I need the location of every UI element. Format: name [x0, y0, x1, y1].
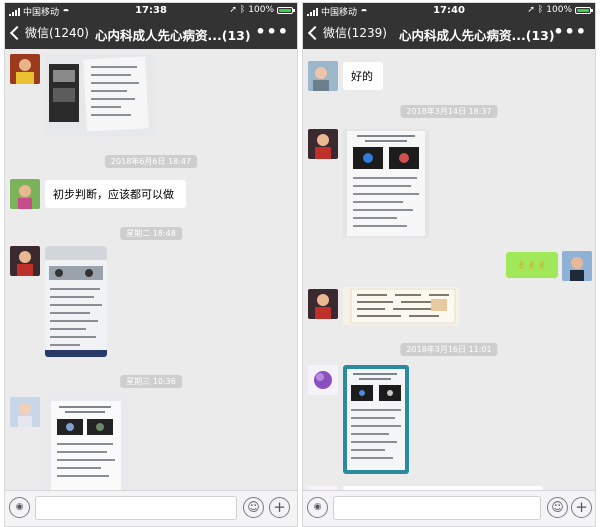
thumbs-up-icon: ✌: [537, 258, 547, 272]
plus-icon[interactable]: +: [269, 497, 290, 518]
more-button[interactable]: •••: [553, 22, 587, 41]
timestamp: 2018年6月6日 18:47: [104, 155, 198, 168]
image-message[interactable]: [343, 365, 409, 474]
back-button[interactable]: 微信(1240): [9, 24, 89, 41]
message-input[interactable]: [35, 496, 237, 520]
image-message[interactable]: [343, 287, 459, 325]
battery-icon: [575, 6, 593, 14]
voice-icon[interactable]: ◉: [307, 497, 328, 518]
back-label: 微信(1240): [25, 26, 89, 40]
timestamp: 2018年3月16日 11:01: [400, 343, 498, 356]
message-text: 初步判断，应该都可以做: [53, 188, 174, 201]
avatar[interactable]: [308, 61, 338, 91]
chevron-left-icon: [307, 25, 323, 40]
thumbs-up-icon: ✌: [527, 258, 537, 272]
emoji-icon[interactable]: ☺: [547, 497, 568, 518]
avatar[interactable]: [308, 365, 338, 395]
text-message[interactable]: 初步判断，应该都可以做: [45, 180, 186, 208]
battery-percent: 100%: [248, 5, 274, 15]
avatar[interactable]: [10, 179, 40, 209]
thumbs-up-icon: ✌: [517, 258, 527, 272]
location-icon: ➚: [527, 5, 535, 15]
back-button[interactable]: 微信(1239): [307, 24, 387, 41]
image-message[interactable]: [343, 129, 429, 238]
chat-screen-right: 中国移动 17:40 ➚ ᛒ 100% 微信(1239) 心内科成人先心病资..…: [302, 2, 596, 527]
message-list[interactable]: 好的 2018年3月14日 18:37 ✌ ✌ ✌ 2018年3月16日 11:…: [303, 49, 595, 516]
plus-icon[interactable]: +: [571, 497, 592, 518]
chat-title: 心内科成人先心病资...(13): [95, 28, 251, 43]
location-icon: ➚: [229, 5, 237, 15]
emoji-icon[interactable]: ☺: [243, 497, 264, 518]
chat-screen-left: 中国移动 17:38 ➚ ᛒ 100% 微信(1240) 心内科成人先心病资..…: [4, 2, 298, 527]
chat-header: 微信(1239) 心内科成人先心病资...(13) •••: [303, 19, 595, 49]
input-bar: ◉ ☺ +: [303, 490, 595, 526]
message-list[interactable]: 2018年6月6日 18:47 初步判断，应该都可以做 星期二 18:48 星期…: [5, 49, 297, 492]
status-bar: 中国移动 17:38 ➚ ᛒ 100%: [5, 3, 297, 19]
bluetooth-icon: ᛒ: [239, 5, 246, 15]
avatar[interactable]: [562, 251, 592, 281]
bluetooth-icon: ᛒ: [537, 5, 544, 15]
status-bar: 中国移动 17:40 ➚ ᛒ 100%: [303, 3, 595, 19]
chat-header: 微信(1240) 心内科成人先心病资...(13) •••: [5, 19, 297, 49]
image-message[interactable]: [45, 397, 127, 492]
avatar[interactable]: [308, 129, 338, 159]
message-text: 好的: [351, 70, 373, 83]
chat-title: 心内科成人先心病资...(13): [399, 28, 555, 43]
message-input[interactable]: [333, 496, 541, 520]
back-label: 微信(1239): [323, 26, 387, 40]
timestamp: 星期二 18:48: [120, 227, 182, 240]
battery-icon: [277, 6, 295, 14]
voice-icon[interactable]: ◉: [9, 497, 30, 518]
timestamp: 星期三 10:36: [120, 375, 182, 388]
avatar[interactable]: [10, 397, 40, 427]
image-message[interactable]: [45, 246, 107, 357]
image-message[interactable]: [45, 54, 155, 136]
text-message[interactable]: 好的: [343, 62, 383, 90]
battery-percent: 100%: [546, 5, 572, 15]
timestamp: 2018年3月14日 18:37: [400, 105, 498, 118]
chevron-left-icon: [9, 25, 25, 40]
input-bar: ◉ ☺ +: [5, 490, 297, 526]
more-button[interactable]: •••: [255, 22, 289, 41]
avatar[interactable]: [10, 54, 40, 84]
sticker-message[interactable]: ✌ ✌ ✌: [506, 252, 558, 278]
avatar[interactable]: [308, 289, 338, 319]
avatar[interactable]: [10, 246, 40, 276]
